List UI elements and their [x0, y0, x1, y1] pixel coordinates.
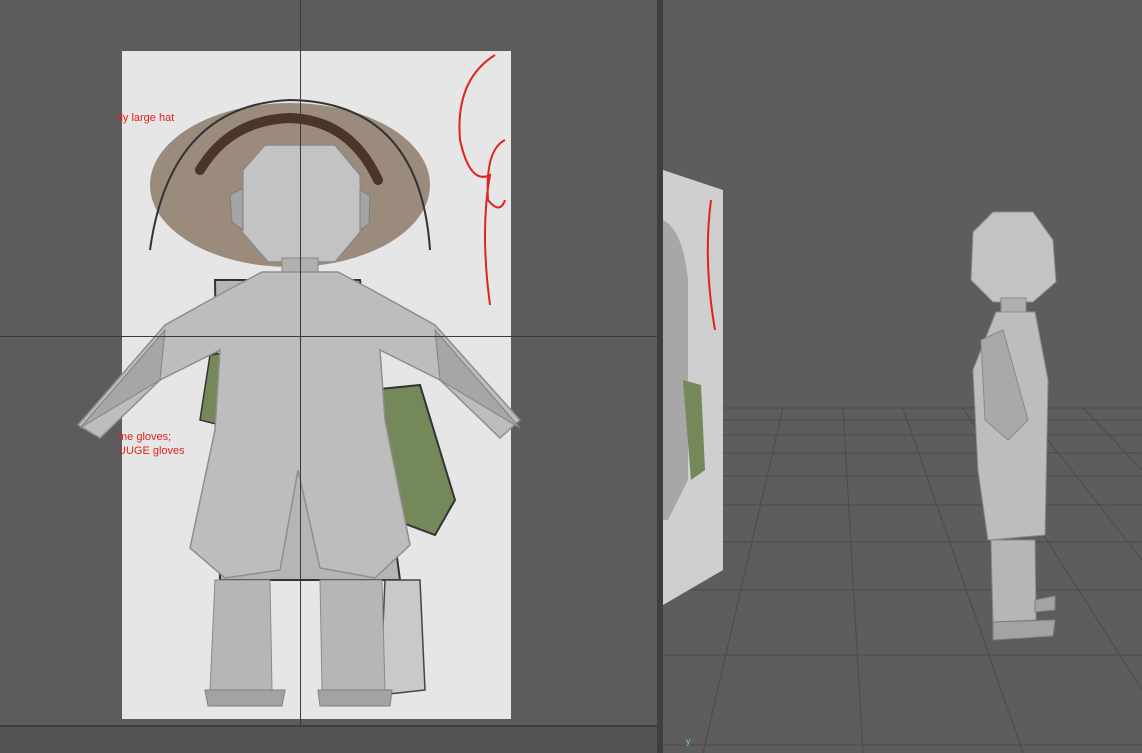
front-scene [76, 54, 522, 707]
front-axis-horizontal [0, 336, 657, 337]
perspective-scene [663, 170, 1142, 753]
view-axis-indicator: y [686, 736, 691, 746]
front-viewport[interactable]: lly large hat me gloves; UUGE gloves [0, 0, 657, 753]
front-axis-vertical [300, 0, 301, 727]
character-mesh-front [76, 144, 522, 707]
ground-grid [663, 407, 1142, 753]
sketch-red-figure [458, 54, 506, 306]
perspective-viewport[interactable]: y [663, 0, 1142, 753]
annotation-hat: lly large hat [118, 112, 175, 124]
annotation-gloves: me gloves; UUGE gloves [118, 431, 185, 457]
sketch-boot [379, 579, 426, 696]
viewport-bottom-strip [0, 725, 657, 753]
character-mesh-side [970, 211, 1057, 641]
